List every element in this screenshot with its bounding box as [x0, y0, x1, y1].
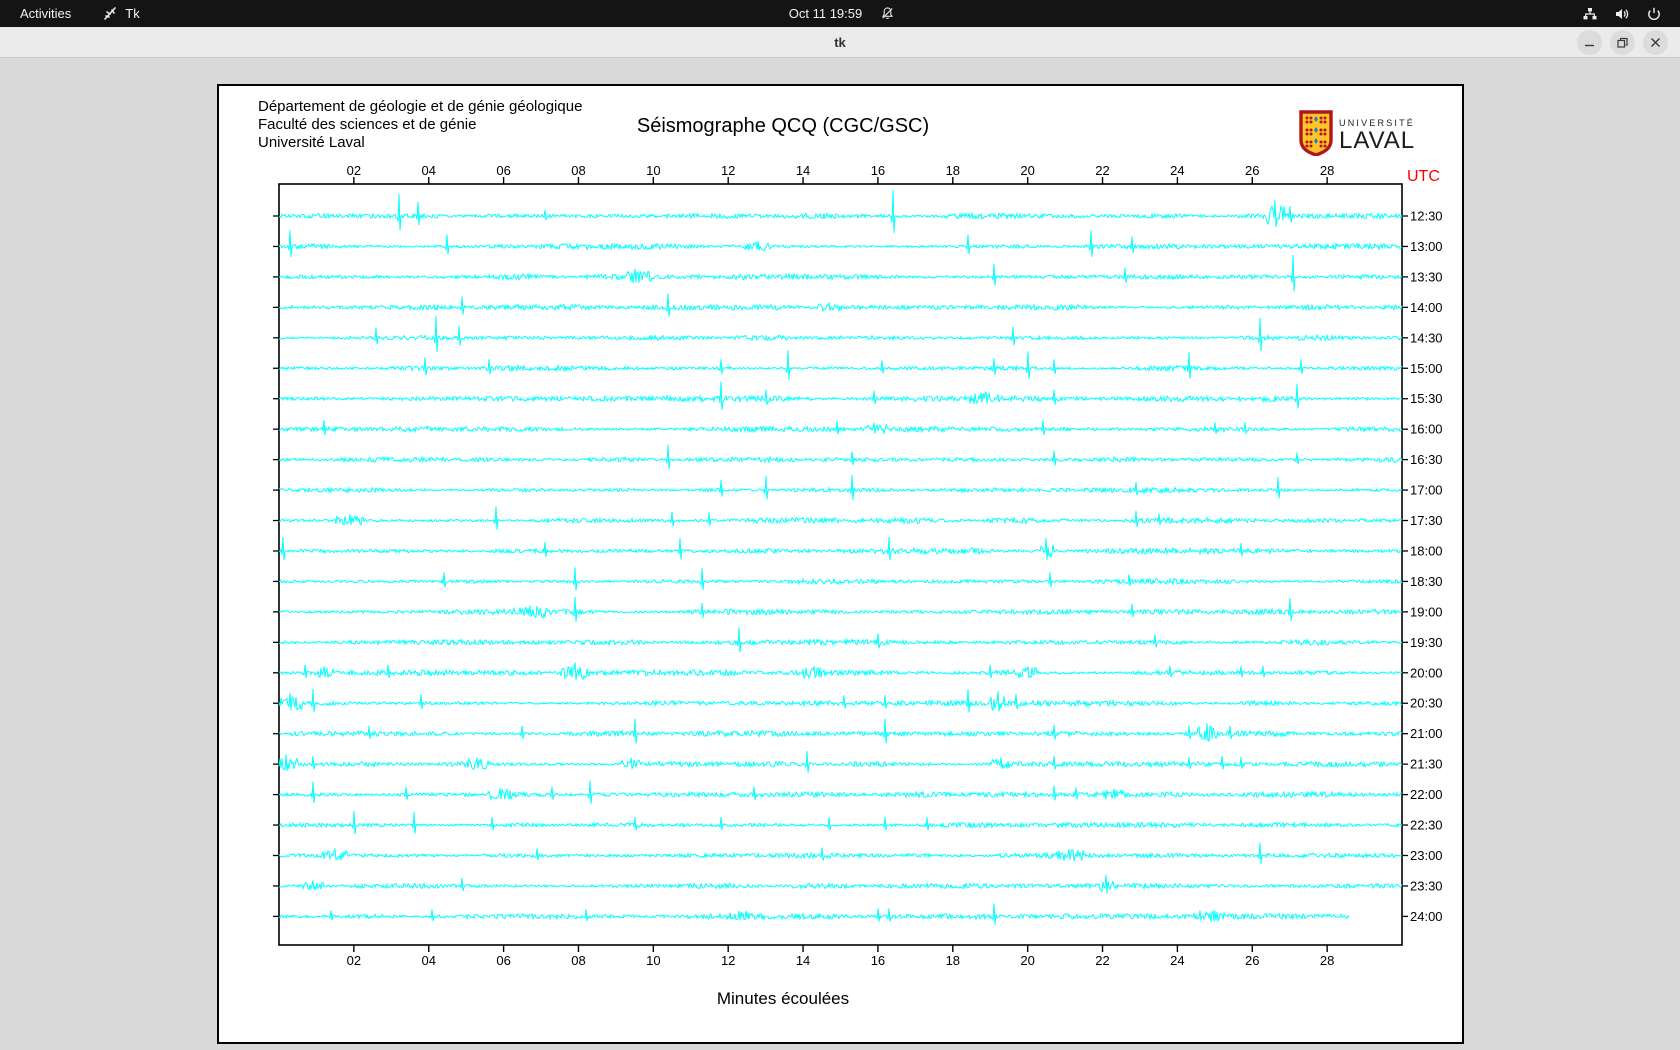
seismograph-canvas: Département de géologie et de génie géol… — [217, 84, 1464, 1044]
svg-text:20:00: 20:00 — [1410, 665, 1443, 680]
svg-text:08: 08 — [571, 953, 585, 968]
svg-text:20: 20 — [1020, 953, 1034, 968]
network-icon[interactable] — [1582, 6, 1598, 22]
svg-text:21:30: 21:30 — [1410, 757, 1443, 772]
svg-text:18:00: 18:00 — [1410, 543, 1443, 558]
svg-text:06: 06 — [496, 163, 510, 178]
svg-text:15:30: 15:30 — [1410, 391, 1443, 406]
svg-text:16: 16 — [871, 163, 885, 178]
bell-muted-icon — [880, 6, 895, 21]
svg-text:Minutes écoulées: Minutes écoulées — [717, 989, 849, 1008]
svg-text:18:30: 18:30 — [1410, 574, 1443, 589]
volume-icon[interactable] — [1614, 6, 1630, 22]
svg-text:12: 12 — [721, 953, 735, 968]
svg-text:15:00: 15:00 — [1410, 361, 1443, 376]
svg-text:12:30: 12:30 — [1410, 209, 1443, 224]
svg-text:04: 04 — [421, 953, 435, 968]
gnome-top-bar: Activities Tk Oct 11 19:59 — [0, 0, 1680, 27]
svg-text:18: 18 — [946, 163, 960, 178]
svg-text:UTC: UTC — [1407, 168, 1440, 185]
svg-text:20:30: 20:30 — [1410, 696, 1443, 711]
svg-text:21:00: 21:00 — [1410, 726, 1443, 741]
svg-text:04: 04 — [421, 163, 435, 178]
svg-text:24:00: 24:00 — [1410, 909, 1443, 924]
svg-text:28: 28 — [1320, 953, 1334, 968]
tk-root-background: Département de géologie et de génie géol… — [0, 58, 1680, 1050]
svg-text:26: 26 — [1245, 163, 1259, 178]
clock-button[interactable]: Oct 11 19:59 — [785, 6, 866, 21]
svg-text:19:00: 19:00 — [1410, 604, 1443, 619]
window-title: tk — [834, 34, 846, 50]
svg-text:16:30: 16:30 — [1410, 452, 1443, 467]
power-icon[interactable] — [1646, 6, 1662, 22]
svg-text:20: 20 — [1020, 163, 1034, 178]
svg-text:13:00: 13:00 — [1410, 239, 1443, 254]
svg-text:22:30: 22:30 — [1410, 818, 1443, 833]
svg-text:22: 22 — [1095, 163, 1109, 178]
restore-button[interactable] — [1610, 30, 1635, 55]
seismogram-plot: 02 02 04 04 06 06 08 08 10 10 12 12 14 14 16 16 18 18 20 20… — [273, 163, 1443, 1008]
svg-text:28: 28 — [1320, 163, 1334, 178]
svg-text:10: 10 — [646, 953, 660, 968]
svg-text:17:30: 17:30 — [1410, 513, 1443, 528]
svg-text:16: 16 — [871, 953, 885, 968]
svg-text:22: 22 — [1095, 953, 1109, 968]
minimize-button[interactable] — [1577, 30, 1602, 55]
svg-text:24: 24 — [1170, 953, 1184, 968]
svg-text:12: 12 — [721, 163, 735, 178]
svg-text:14: 14 — [796, 163, 810, 178]
svg-text:23:30: 23:30 — [1410, 878, 1443, 893]
svg-text:16:00: 16:00 — [1410, 422, 1443, 437]
svg-text:19:30: 19:30 — [1410, 635, 1443, 650]
svg-text:26: 26 — [1245, 953, 1259, 968]
svg-text:10: 10 — [646, 163, 660, 178]
svg-text:14: 14 — [796, 953, 810, 968]
svg-text:13:30: 13:30 — [1410, 269, 1443, 284]
svg-text:18: 18 — [946, 953, 960, 968]
desktop: Activities Tk Oct 11 19:59 tk Départemen… — [0, 0, 1680, 1050]
svg-text:22:00: 22:00 — [1410, 787, 1443, 802]
svg-text:02: 02 — [347, 163, 361, 178]
svg-text:14:00: 14:00 — [1410, 300, 1443, 315]
svg-text:14:30: 14:30 — [1410, 330, 1443, 345]
svg-text:17:00: 17:00 — [1410, 483, 1443, 498]
svg-text:24: 24 — [1170, 163, 1184, 178]
close-button[interactable] — [1643, 30, 1668, 55]
svg-text:08: 08 — [571, 163, 585, 178]
svg-text:02: 02 — [347, 953, 361, 968]
svg-text:23:00: 23:00 — [1410, 848, 1443, 863]
svg-text:06: 06 — [496, 953, 510, 968]
window-titlebar[interactable]: tk — [0, 27, 1680, 58]
